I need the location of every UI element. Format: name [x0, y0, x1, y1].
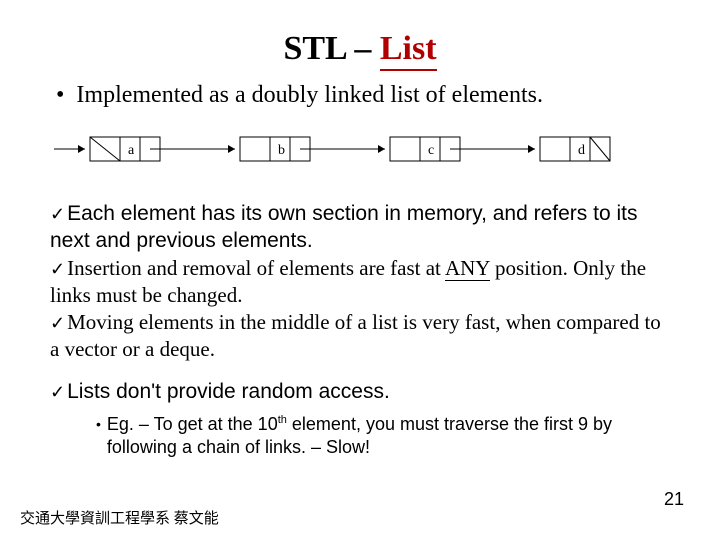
eg-th: th	[278, 414, 287, 426]
c2b: and removal of elements are fast at	[142, 256, 445, 280]
c3a: Moving	[67, 310, 134, 334]
linked-list-diagram: a b c	[50, 127, 650, 171]
label-c: c	[428, 143, 434, 158]
check-3: ✓Moving elements in the middle of a list…	[50, 309, 670, 364]
arrow-a-b	[150, 145, 235, 153]
c1a: Each	[67, 202, 115, 225]
node-b: b	[240, 137, 310, 161]
check-4: ✓Lists don't provide random access.	[50, 378, 670, 405]
c4a: Lists	[67, 380, 110, 403]
check-icon: ✓	[50, 204, 65, 224]
node-c: c	[390, 137, 460, 161]
title-red: List	[380, 30, 437, 71]
eg-a: Eg. – To get at the 10	[107, 414, 278, 434]
slide-title: STL – List	[50, 30, 670, 68]
check-2: ✓Insertion and removal of elements are f…	[50, 255, 670, 310]
bullet-dot: •	[56, 82, 64, 109]
arrow-b-c	[300, 145, 385, 153]
sub-dot: •	[96, 413, 101, 458]
node-a: a	[90, 137, 160, 161]
node-d: d	[540, 137, 610, 161]
main-bullet: • Implemented as a doubly linked list of…	[50, 82, 670, 109]
c3b: elements in the middle of a list is very…	[50, 310, 661, 361]
label-b: b	[278, 143, 285, 158]
label-a: a	[128, 143, 135, 158]
body-block: ✓Each element has its own section in mem…	[50, 200, 670, 458]
c2any: ANY	[445, 256, 490, 281]
c4b: don't provide random access.	[110, 380, 390, 403]
label-d: d	[578, 143, 585, 158]
sub-list: • Eg. – To get at the 10th element, you …	[96, 413, 670, 458]
c1b: element has its own section in memory, a…	[50, 202, 637, 252]
title-black: STL –	[283, 30, 379, 67]
sub-text: Eg. – To get at the 10th element, you mu…	[107, 413, 670, 458]
check-1: ✓Each element has its own section in mem…	[50, 200, 670, 255]
check-icon: ✓	[50, 382, 65, 402]
arrow-head-in	[54, 145, 85, 153]
main-bullet-text: Implemented as a doubly linked list of e…	[76, 82, 543, 109]
sub-item: • Eg. – To get at the 10th element, you …	[96, 413, 670, 458]
check-icon: ✓	[50, 313, 65, 333]
arrow-c-d	[450, 145, 535, 153]
c2a: Insertion	[67, 256, 142, 280]
check-icon: ✓	[50, 259, 65, 279]
footer-text: 交通大學資訓工程學系 蔡文能	[20, 507, 219, 528]
page-number: 21	[664, 489, 684, 510]
